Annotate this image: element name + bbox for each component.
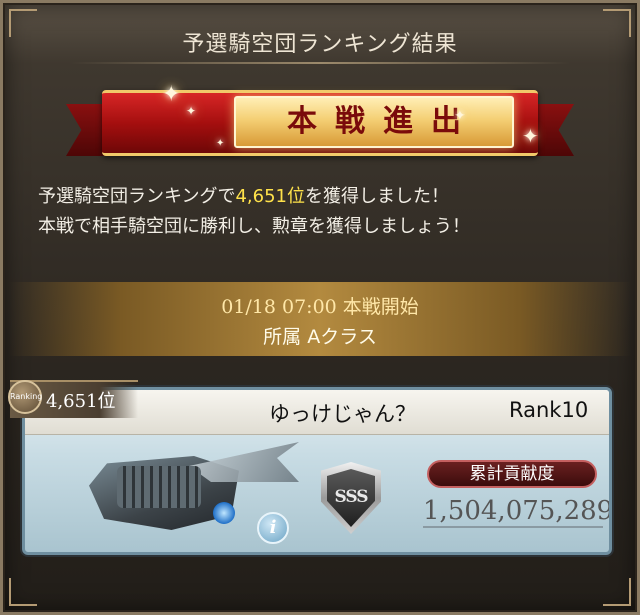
grade-label: SSS: [327, 469, 375, 527]
dialog-title: 予選騎空団ランキング結果: [182, 32, 458, 57]
info-icon[interactable]: i: [257, 512, 289, 544]
crew-name: ゆっけじゃん？: [269, 402, 416, 426]
sparkle-icon: ✦: [162, 82, 181, 107]
banner-plate: 本戦進出: [234, 96, 514, 148]
contribution-label: 累計貢献度: [427, 460, 597, 488]
battle-start-time: 01/18 07:00 本戦開始: [221, 296, 419, 318]
sparkle-icon: ✦: [522, 124, 539, 148]
advance-banner: 本戦進出 ✦ ✦ ✦ ✦ ✦: [66, 80, 574, 170]
crew-rank: Rank10: [509, 398, 588, 422]
corner-ornament: [603, 578, 631, 606]
airship-image: [59, 432, 299, 552]
rank-label: Rank: [509, 398, 562, 422]
rank-value: 10: [561, 398, 589, 422]
contribution-value: 1,504,075,289: [423, 496, 612, 528]
schedule-band: 01/18 07:00 本戦開始 所属 Aクラス: [9, 282, 631, 356]
message-prefix: 予選騎空団ランキングで: [38, 186, 236, 207]
message-line-2: 本戦で相手騎空団に勝利し、勲章を獲得しましょう！: [38, 216, 470, 237]
placement-highlight: 4,651位: [235, 186, 305, 207]
banner-text: 本戦進出: [287, 104, 479, 139]
corner-ornament: [9, 578, 37, 606]
sparkle-icon: ✦: [216, 138, 225, 149]
sparkle-icon: ✦: [454, 108, 466, 124]
title-divider: [70, 62, 570, 64]
airship-engine-glow: [213, 502, 235, 524]
message-suffix: を獲得しました！: [305, 186, 449, 207]
message-line-1: 予選騎空団ランキングで4,651位を獲得しました！: [38, 182, 470, 212]
sparkle-icon: ✦: [186, 104, 197, 118]
ranking-emblem-icon: Ranking: [8, 380, 42, 414]
result-message: 予選騎空団ランキングで4,651位を獲得しました！ 本戦で相手騎空団に勝利し、勲…: [38, 182, 470, 242]
placement-value: 4,651位: [46, 391, 116, 412]
crew-class: 所属 Aクラス: [263, 326, 377, 348]
airship-deck: [117, 466, 201, 508]
